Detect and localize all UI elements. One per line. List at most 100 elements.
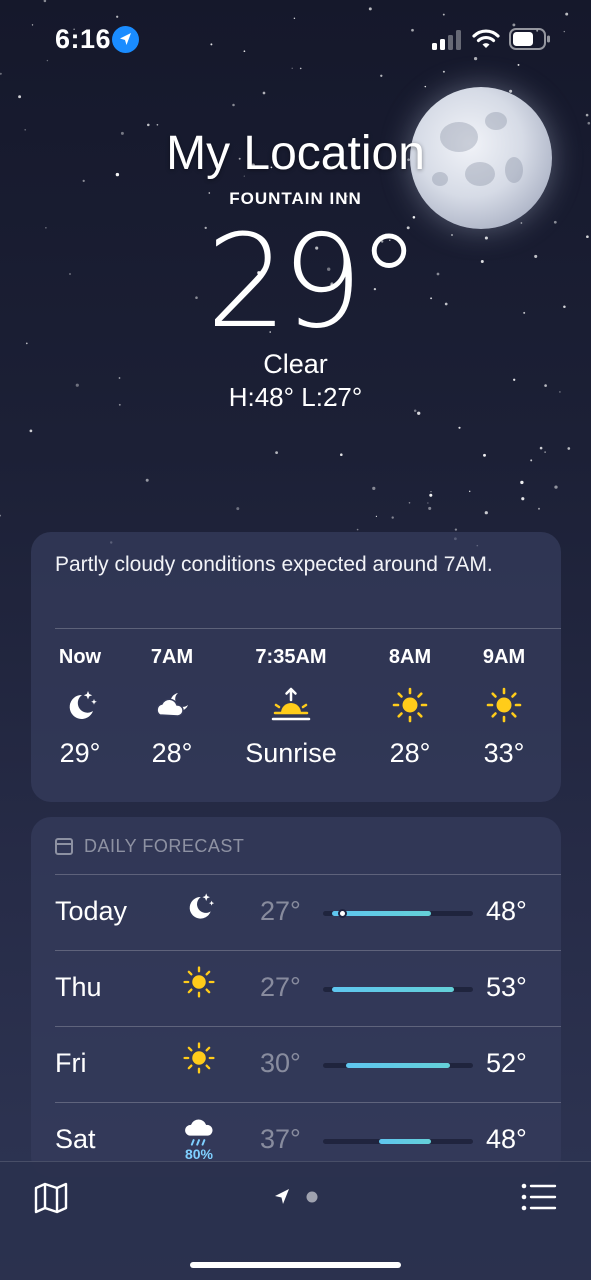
star	[0, 72, 2, 75]
day-high-temp: 52°	[486, 1048, 527, 1078]
star	[380, 74, 383, 77]
day-name: Sat	[55, 1124, 96, 1154]
precipitation-chance: 80%	[184, 1146, 214, 1162]
temperature-range-bar	[323, 1139, 473, 1144]
daily-forecast-header: DAILY FORECAST	[55, 835, 244, 857]
star	[145, 478, 149, 482]
moon-stars-icon	[181, 888, 217, 936]
sun-icon	[181, 964, 217, 1012]
battery-icon	[509, 28, 550, 50]
day-row[interactable]: Thu 27° 53°	[31, 950, 561, 1026]
wifi-icon	[472, 29, 500, 48]
star	[293, 17, 296, 20]
star	[442, 13, 445, 16]
star	[356, 528, 359, 531]
star	[544, 451, 546, 453]
star	[468, 490, 471, 493]
forecast-summary: Partly cloudy conditions expected around…	[55, 553, 493, 576]
star	[340, 453, 343, 456]
hour-item: 9AM 33°	[449, 646, 559, 769]
star	[565, 12, 569, 16]
star	[291, 67, 293, 69]
star	[442, 70, 445, 73]
star	[427, 502, 429, 504]
home-indicator[interactable]	[190, 1262, 401, 1268]
temperature-range-bar	[323, 1063, 473, 1068]
star	[424, 85, 427, 88]
hourly-forecast-card[interactable]: Partly cloudy conditions expected around…	[31, 532, 561, 802]
star	[585, 113, 589, 117]
star	[539, 446, 543, 450]
star	[484, 511, 488, 515]
cloud-rain-icon: 80%	[181, 1116, 217, 1164]
page-indicator[interactable]	[272, 1187, 322, 1207]
high-low-temperature: H:48° L:27°	[228, 382, 363, 412]
hour-label: 7AM	[150, 646, 194, 668]
current-temperature-dot	[337, 909, 347, 918]
day-low-temp: 27°	[260, 896, 301, 926]
star	[517, 63, 520, 66]
star	[375, 515, 378, 518]
star	[0, 514, 1, 517]
day-row[interactable]: Fri 30° 52°	[31, 1026, 561, 1102]
star	[454, 528, 458, 531]
temperature-range-bar	[323, 909, 473, 918]
star	[29, 429, 33, 433]
sunrise-icon	[236, 680, 346, 730]
day-low-temp: 27°	[260, 972, 301, 1002]
star	[520, 480, 524, 485]
star	[554, 485, 558, 489]
day-name: Fri	[55, 1048, 87, 1078]
star	[428, 506, 432, 510]
daily-forecast-title: DAILY FORECAST	[84, 835, 245, 856]
star	[232, 103, 235, 107]
sun-icon	[449, 680, 559, 730]
day-low-temp: 37°	[260, 1124, 301, 1154]
temperature-range-fill	[346, 1063, 450, 1068]
sun-icon	[181, 1040, 217, 1088]
star	[458, 426, 461, 429]
star	[483, 453, 486, 457]
day-name: Today	[55, 896, 128, 926]
star	[391, 516, 394, 519]
location-arrow-icon	[112, 26, 139, 53]
star	[521, 497, 525, 501]
location-title: My Location	[166, 127, 425, 180]
star	[368, 7, 372, 11]
hour-value: 33°	[483, 738, 525, 768]
star	[567, 447, 571, 450]
star	[116, 15, 119, 18]
day-name: Thu	[55, 972, 102, 1002]
day-high-temp: 48°	[486, 1124, 527, 1154]
hour-value: Sunrise	[245, 738, 337, 768]
star	[537, 507, 541, 510]
star	[236, 507, 240, 511]
bottom-toolbar	[0, 1161, 591, 1280]
temperature-range-fill	[379, 1139, 431, 1144]
star	[43, 0, 47, 3]
calendar-icon	[55, 837, 73, 855]
divider	[55, 628, 561, 629]
hour-label: 7:35AM	[255, 646, 327, 668]
star	[372, 486, 376, 491]
hour-item: 7AM 28°	[117, 646, 227, 769]
map-icon[interactable]	[33, 1180, 69, 1216]
daily-forecast-card[interactable]: DAILY FORECAST Today 27° 48° Thu 27° 53°…	[31, 817, 561, 1177]
temperature-range-fill	[332, 987, 455, 992]
current-condition: Clear	[263, 349, 328, 379]
star	[408, 502, 411, 504]
city-name: FOUNTAIN INN	[229, 189, 362, 208]
star	[262, 91, 266, 95]
list-icon[interactable]	[521, 1182, 557, 1212]
star	[429, 493, 433, 497]
day-row[interactable]: Today 27° 48°	[31, 874, 561, 950]
location-arrow-icon	[275, 1189, 318, 1204]
hour-value: 28°	[151, 738, 193, 768]
current-weather-header: My Location FOUNTAIN INN 29° Clear H:48°…	[0, 125, 591, 413]
hour-item: 7:35AM Sunrise	[236, 646, 346, 769]
star	[299, 67, 302, 70]
status-time: 6:16	[55, 24, 112, 54]
temperature-range-bar	[323, 987, 473, 992]
day-high-temp: 53°	[486, 972, 527, 1002]
cellular-signal-icon	[432, 30, 461, 50]
